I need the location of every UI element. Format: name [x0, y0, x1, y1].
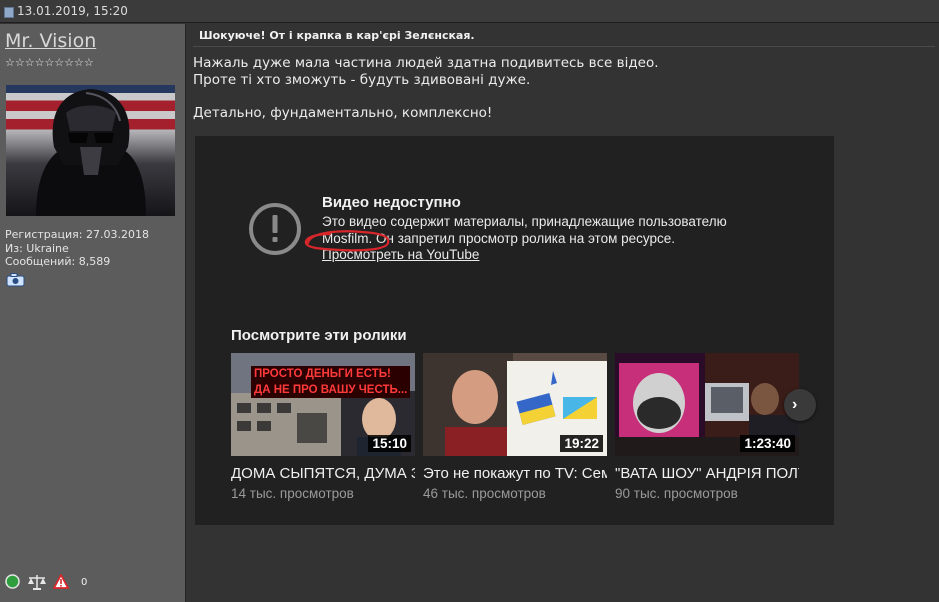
post-title: Шокуюче! От і крапка в кар'єрі Зелєнская… [193, 29, 935, 47]
post-line-1: Нажаль дуже мала частина людей здатна по… [193, 55, 659, 71]
post-date: 13.01.2019, 15:20 [17, 4, 128, 18]
video-duration: 15:10 [368, 435, 411, 452]
thumbnail-overlay-text: ПРОСТО ДЕНЬГИ ЕСТЬ! ДА НЕ ПРО ВАШУ ЧЕСТЬ… [251, 366, 411, 398]
user-location: Из: Ukraine [5, 241, 69, 255]
video-duration: 1:23:40 [740, 435, 795, 452]
warning-count: 0 [81, 577, 88, 588]
youtube-embed: Видео недоступно Это видео содержит мате… [195, 136, 834, 525]
suggested-videos: ПРОСТО ДЕНЬГИ ЕСТЬ! ДА НЕ ПРО ВАШУ ЧЕСТЬ… [231, 353, 801, 503]
post-content: Шокуюче! От і крапка в кар'єрі Зелєнская… [187, 24, 939, 602]
username-link[interactable]: Mr. Vision [5, 30, 96, 52]
user-profile-info: Регистрация: 27.03.2018 Из: Ukraine Сооб… [5, 228, 149, 269]
post-icon [4, 7, 14, 18]
post-header-bar: 13.01.2019, 15:20 [0, 0, 939, 23]
red-scribble-annotation [300, 226, 395, 259]
video-thumbnail[interactable]: 1:23:40 [615, 353, 799, 456]
more-videos-title: Посмотрите эти ролики [231, 327, 407, 344]
video-title[interactable]: "ВАТА ШОУ" АНДРІЯ ПОЛТАВИ [615, 465, 799, 482]
chevron-right-icon: › [792, 396, 798, 413]
video-thumbnail[interactable]: 19:22 [423, 353, 607, 456]
video-duration: 19:22 [560, 435, 603, 452]
video-unavailable-icon [248, 202, 302, 261]
reputation-scales-icon[interactable] [27, 574, 47, 594]
online-status-icon [5, 574, 20, 593]
post-line-3: Детально, фундаментально, комплексно! [193, 105, 493, 121]
user-sidebar: Mr. Vision ☆☆☆☆☆☆☆☆☆ Регистрация: 27.03.… [0, 24, 186, 602]
video-views: 90 тыс. просмотров [615, 486, 738, 501]
video-title[interactable]: Это не покажут по TV: Семченко [423, 465, 607, 482]
video-unavailable-title: Видео недоступно [322, 194, 461, 211]
post-body: Нажаль дуже мала частина людей здатна по… [193, 55, 659, 122]
user-rank-stars: ☆☆☆☆☆☆☆☆☆ [5, 56, 94, 69]
gallery-camera-icon[interactable] [6, 272, 26, 291]
registration-date: Регистрация: 27.03.2018 [5, 228, 149, 241]
video-thumbnail[interactable]: ПРОСТО ДЕНЬГИ ЕСТЬ! ДА НЕ ПРО ВАШУ ЧЕСТЬ… [231, 353, 415, 456]
avatar [6, 85, 175, 216]
report-warning-icon[interactable] [52, 573, 70, 593]
video-views: 14 тыс. просмотров [231, 486, 354, 501]
video-views: 46 тыс. просмотров [423, 486, 546, 501]
post-count: Сообщений: 8,589 [5, 255, 111, 268]
video-title[interactable]: ДОМА СЫПЯТСЯ, ДУМА ЗАСЕДАЕТ [231, 465, 415, 482]
post-line-2: Проте ті хто зможуть - будуть здивовані … [193, 71, 531, 88]
next-videos-button[interactable]: › [784, 389, 816, 421]
